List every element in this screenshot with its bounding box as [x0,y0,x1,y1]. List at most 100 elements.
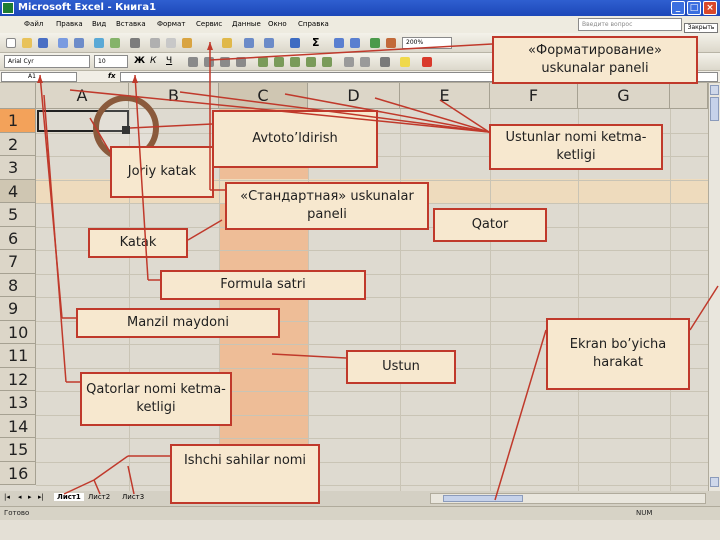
align-right-icon[interactable] [220,57,230,67]
align-center-icon[interactable] [204,57,214,67]
row-header-15[interactable]: 15 [0,438,36,462]
spelling-icon[interactable] [130,38,140,48]
align-left-icon[interactable] [188,57,198,67]
bottom-strip [0,520,720,540]
row-header-2[interactable]: 2 [0,132,36,156]
row-header-11[interactable]: 11 [0,344,36,368]
minimize-icon[interactable]: _ [671,1,685,15]
autosum-icon[interactable]: Σ [312,36,320,49]
horizontal-scroll-thumb[interactable] [443,495,523,502]
horizontal-scrollbar[interactable] [430,493,706,504]
label-column: Ustun [346,350,456,384]
menu-item-file[interactable]: Файл [24,20,43,28]
help-search-input[interactable]: Введите вопрос [578,18,682,31]
row-header-7[interactable]: 7 [0,250,36,274]
format-painter-icon[interactable] [222,38,232,48]
underline-icon[interactable]: Ч [166,56,172,66]
menu-item-window[interactable]: Окно [268,20,287,28]
save-icon[interactable] [38,38,48,48]
fill-handle[interactable] [122,126,130,134]
currency-icon[interactable] [258,57,268,67]
chart-wizard-icon[interactable] [370,38,380,48]
print-preview-icon[interactable] [110,38,120,48]
menu-item-insert[interactable]: Вставка [116,20,146,28]
name-box[interactable]: A1 [1,72,77,82]
scroll-up-icon[interactable] [710,85,719,95]
font-color-icon[interactable] [422,57,432,67]
row-header-12[interactable]: 12 [0,367,36,391]
row-header-16[interactable]: 16 [0,461,36,485]
undo-icon[interactable] [244,38,254,48]
drawing-icon[interactable] [386,38,396,48]
paste-icon[interactable] [182,38,192,48]
print-icon[interactable] [94,38,104,48]
menu-item-format[interactable]: Формат [157,20,185,28]
font-name-select[interactable]: Arial Cyr [4,55,90,68]
sheet-nav-next-icon[interactable]: ▸ [28,493,32,501]
italic-icon[interactable]: К [150,56,156,66]
row-header-5[interactable]: 5 [0,203,36,227]
sheet-nav-last-icon[interactable]: ▸| [38,493,44,501]
status-ready: Готово [4,509,30,517]
scroll-down-icon[interactable] [710,477,719,487]
zoom-select[interactable]: 200% [402,37,452,49]
bold-icon[interactable]: Ж [134,56,145,66]
close-icon[interactable]: × [703,1,717,15]
row-header-3[interactable]: 3 [0,156,36,180]
column-header-h[interactable] [670,83,708,109]
menu-item-help[interactable]: Справка [298,20,329,28]
sheet-tab-1[interactable]: Лист1 [54,493,84,501]
sheet-tab-2[interactable]: Лист2 [88,493,110,501]
maximize-icon[interactable]: □ [687,1,701,15]
hyperlink-icon[interactable] [290,38,300,48]
cut-icon[interactable] [150,38,160,48]
sheet-tab-3[interactable]: Лист3 [122,493,144,501]
row-header-1[interactable]: 1 [0,109,36,133]
comma-style-icon[interactable] [290,57,300,67]
open-icon[interactable] [22,38,32,48]
row-header-13[interactable]: 13 [0,391,36,415]
column-header-g[interactable]: G [578,83,670,109]
copy-icon[interactable] [166,38,176,48]
row-header-6[interactable]: 6 [0,226,36,250]
decrease-indent-icon[interactable] [344,57,354,67]
sort-descending-icon[interactable] [350,38,360,48]
sort-ascending-icon[interactable] [334,38,344,48]
borders-icon[interactable] [380,57,390,67]
sheet-tab-bar: |◂ ◂ ▸ ▸| Лист1 Лист2 Лист3 [0,491,720,506]
merge-center-icon[interactable] [236,57,246,67]
menu-item-view[interactable]: Вид [92,20,106,28]
menu-item-tools[interactable]: Сервис [196,20,222,28]
active-cell[interactable] [37,110,129,132]
column-header-f[interactable]: F [490,83,578,109]
row-header-9[interactable]: 9 [0,297,36,321]
scroll-thumb[interactable] [710,97,719,121]
label-autofill: Avtoto’ldirish [212,110,378,168]
sheet-nav-prev-icon[interactable]: ◂ [18,493,22,501]
email-icon[interactable] [74,38,84,48]
redo-icon[interactable] [264,38,274,48]
vertical-scrollbar[interactable] [708,83,720,491]
font-size-select[interactable]: 10 [94,55,128,68]
sheet-nav-first-icon[interactable]: |◂ [4,493,10,501]
percent-icon[interactable] [274,57,284,67]
column-header-b[interactable]: B [129,83,219,109]
row-header-10[interactable]: 10 [0,320,36,344]
column-header-d[interactable]: D [308,83,400,109]
row-header-14[interactable]: 14 [0,414,36,438]
insert-function-icon[interactable]: fx [108,72,116,80]
select-all-corner[interactable] [0,83,36,109]
decrease-decimal-icon[interactable] [322,57,332,67]
column-header-a[interactable]: A [36,83,129,109]
increase-indent-icon[interactable] [360,57,370,67]
column-header-c[interactable]: C [219,83,308,109]
menu-item-data[interactable]: Данные [232,20,261,28]
row-header-4[interactable]: 4 [0,179,36,203]
new-icon[interactable] [6,38,16,48]
row-header-8[interactable]: 8 [0,273,36,297]
column-header-e[interactable]: E [400,83,490,109]
permission-icon[interactable] [58,38,68,48]
fill-color-icon[interactable] [400,57,410,67]
increase-decimal-icon[interactable] [306,57,316,67]
menu-item-edit[interactable]: Правка [56,20,83,28]
